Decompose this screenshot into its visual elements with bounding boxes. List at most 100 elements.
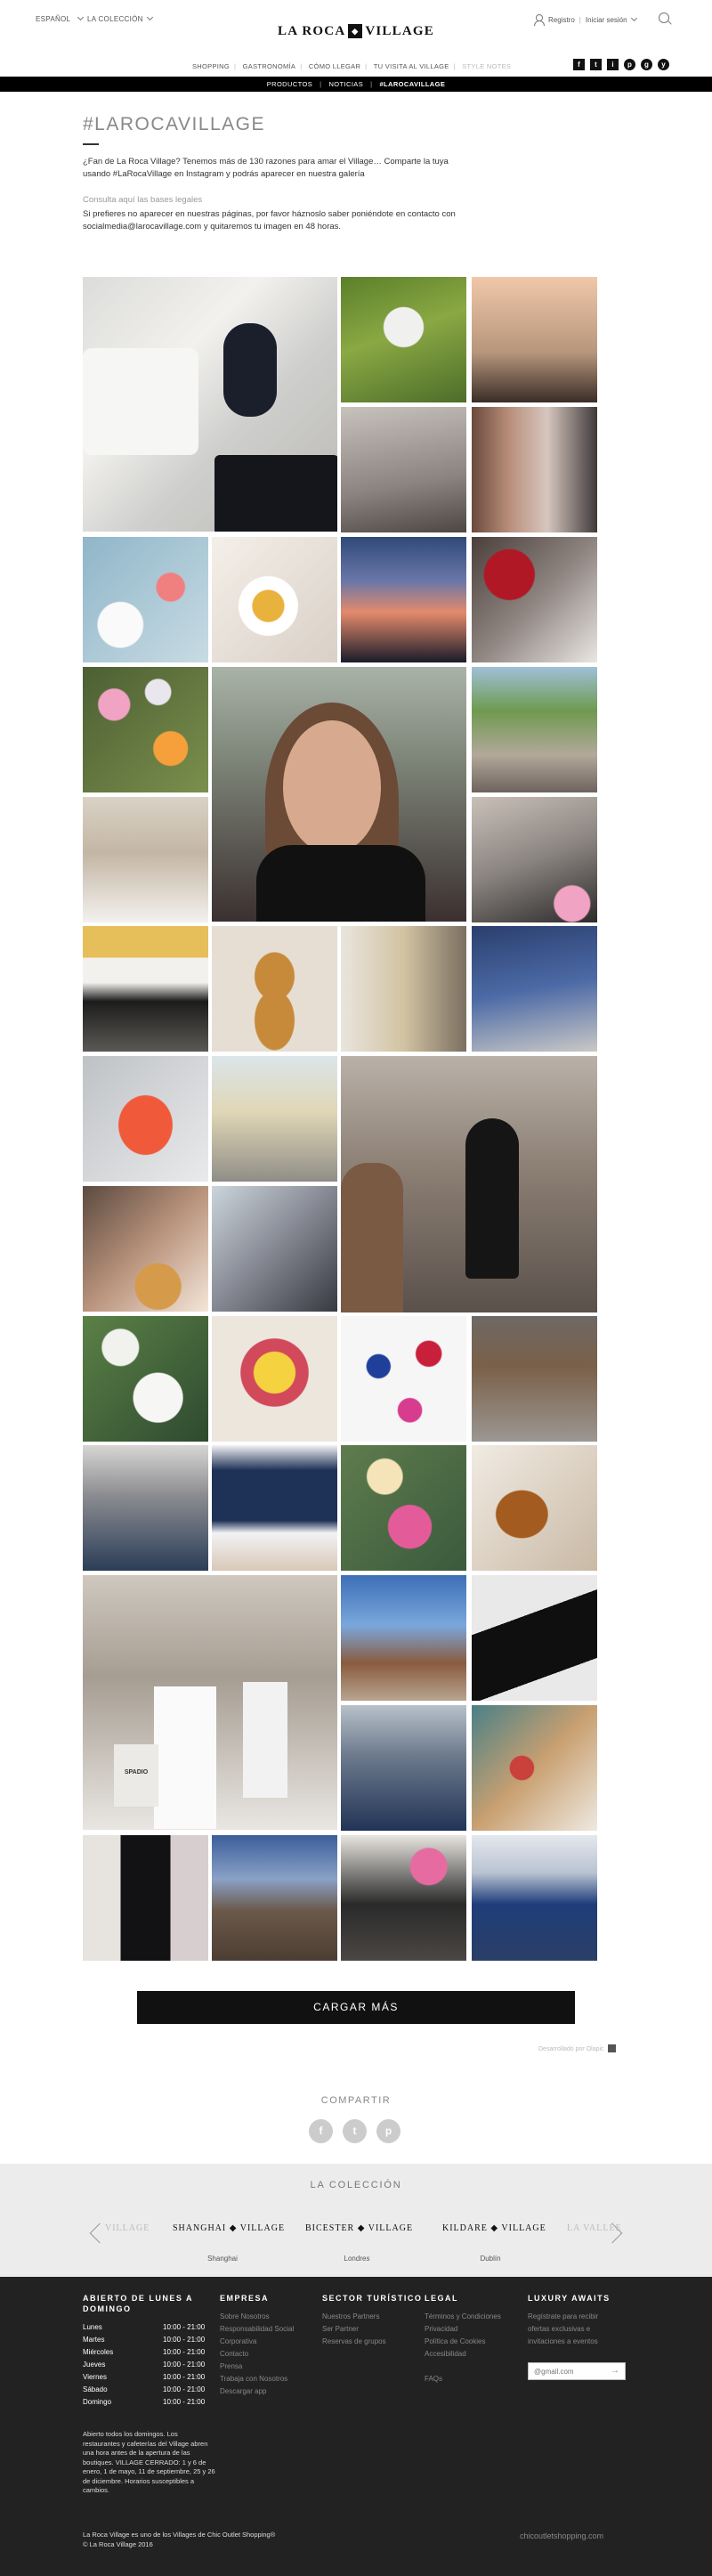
gallery-photo[interactable] <box>472 1316 597 1442</box>
gallery-photo[interactable] <box>212 537 337 662</box>
legal-bases-link[interactable]: Consulta aquí las bases legales <box>83 195 202 205</box>
gallery-photo[interactable] <box>341 1056 597 1312</box>
gallery-photo[interactable] <box>83 1316 208 1442</box>
sector-title: SECTOR TURÍSTICO <box>322 2294 423 2303</box>
subnav-noticias[interactable]: NOTICIAS <box>328 80 363 88</box>
gallery-photo[interactable] <box>472 926 597 1052</box>
gallery-photo[interactable] <box>212 1445 337 1571</box>
nav-shopping[interactable]: SHOPPING <box>192 62 230 70</box>
gallery-photo[interactable] <box>472 797 597 922</box>
chevron-down-icon[interactable] <box>630 14 637 22</box>
powered-by[interactable]: Desarrollado por Olapic <box>538 2044 616 2052</box>
gallery-photo[interactable] <box>341 1705 466 1831</box>
nav-style-notes[interactable]: STYLE NOTES <box>462 62 511 70</box>
gallery-photo[interactable] <box>212 1056 337 1182</box>
logo-mark-icon: ◆ <box>348 24 363 38</box>
footer-link[interactable]: Accesibilidad <box>425 2348 501 2361</box>
gallery-photo[interactable] <box>341 1316 466 1442</box>
chic-outlet-link[interactable]: chicoutletshopping.com <box>520 2531 603 2540</box>
gallery-photo[interactable] <box>472 1445 597 1571</box>
share-facebook-icon[interactable]: f <box>309 2119 333 2143</box>
user-icon[interactable] <box>534 14 545 26</box>
newsletter-form: → <box>528 2362 626 2380</box>
hours-note: Abierto todos los domingos. Los restaura… <box>83 2430 215 2494</box>
footer-link[interactable]: Privacidad <box>425 2323 501 2336</box>
twitter-icon[interactable]: t <box>590 59 602 70</box>
gallery-photo[interactable] <box>212 1835 337 1961</box>
village-logo-shanghai[interactable]: SHANGHAI ◆ VILLAGE <box>173 2223 285 2233</box>
gallery-photo[interactable] <box>472 1575 597 1701</box>
gallery-photo[interactable] <box>472 407 597 532</box>
facebook-icon[interactable]: f <box>573 59 585 70</box>
gallery-photo[interactable] <box>472 667 597 792</box>
subnav-productos[interactable]: PRODUCTOS <box>267 80 312 88</box>
gallery-photo[interactable] <box>341 537 466 662</box>
gallery-photo[interactable] <box>83 926 208 1052</box>
gallery-photo[interactable] <box>472 277 597 402</box>
language-selector[interactable]: ESPAÑOL <box>36 13 86 23</box>
gallery-photo[interactable] <box>83 1056 208 1182</box>
footer-link[interactable]: Descargar app <box>220 2385 309 2398</box>
gallery-photo[interactable] <box>472 537 597 662</box>
gallery-photo[interactable] <box>472 1835 597 1961</box>
gallery-photo[interactable] <box>341 277 466 402</box>
gallery-photo[interactable] <box>212 1316 337 1442</box>
share-twitter-icon[interactable]: t <box>343 2119 367 2143</box>
social-links: f t i p g y <box>573 59 669 70</box>
gallery-photo[interactable] <box>212 926 337 1052</box>
arrow-right-icon[interactable]: → <box>611 2365 619 2377</box>
gallery-photo[interactable] <box>83 1445 208 1571</box>
gallery-photo[interactable] <box>83 1186 208 1312</box>
logo[interactable]: LA ROCA ◆ VILLAGE <box>267 24 445 39</box>
village-city-kildare: Dublín <box>480 2255 501 2263</box>
login-link[interactable]: Iniciar sesión <box>586 16 627 24</box>
footer-link[interactable]: Sobre Nosotros <box>220 2311 309 2323</box>
footer-link[interactable]: Reservas de grupos <box>322 2336 422 2348</box>
title-underline <box>83 143 99 145</box>
google-plus-icon[interactable]: g <box>641 59 652 70</box>
gallery-photo[interactable] <box>341 1575 466 1701</box>
gallery-photo[interactable] <box>83 277 337 532</box>
village-logo-partial-right[interactable]: LA VALLÉE <box>567 2223 622 2233</box>
footer-link[interactable]: Ser Partner <box>322 2323 422 2336</box>
footer-link[interactable]: Responsabilidad Social Corporativa <box>220 2323 309 2348</box>
village-logo-partial-left[interactable]: VILLAGE <box>105 2223 150 2233</box>
nav-tu-visita[interactable]: TU VISITA AL VILLAGE <box>374 62 449 70</box>
gallery-photo[interactable] <box>341 1835 466 1961</box>
footer-link[interactable]: Nuestros Partners <box>322 2311 422 2323</box>
gallery-photo[interactable] <box>212 667 466 922</box>
nav-gastronomia[interactable]: GASTRONOMÍA <box>243 62 296 70</box>
footer-link[interactable]: Prensa <box>220 2361 309 2373</box>
gallery-photo[interactable] <box>83 667 208 792</box>
gallery-photo[interactable] <box>341 407 466 532</box>
village-logo-kildare[interactable]: KILDARE ◆ VILLAGE <box>442 2223 546 2233</box>
footer-link[interactable]: Contacto <box>220 2348 309 2361</box>
search-icon[interactable] <box>659 12 669 23</box>
gallery-photo[interactable] <box>83 537 208 662</box>
opening-hours: ABIERTO DE LUNES A DOMINGO Lunes 10:00 - … <box>83 2293 216 2496</box>
intro-text: ¿Fan de La Roca Village? Tenemos más de … <box>83 157 449 179</box>
youtube-icon[interactable]: y <box>658 59 669 70</box>
footer-link[interactable]: Política de Cookies <box>425 2336 501 2348</box>
share-pinterest-icon[interactable]: p <box>376 2119 400 2143</box>
footer-link[interactable]: Términos y Condiciones <box>425 2311 501 2323</box>
gallery-photo[interactable] <box>212 1186 337 1312</box>
collection-dropdown[interactable]: LA COLECCIÓN <box>87 13 153 23</box>
header: ESPAÑOL LA COLECCIÓN LA ROCA ◆ VILLAGE Reg… <box>0 0 712 77</box>
pinterest-icon[interactable]: p <box>624 59 635 70</box>
email-field[interactable] <box>529 2363 602 2379</box>
register-link[interactable]: Registro <box>548 16 575 24</box>
village-logo-bicester[interactable]: BICESTER ◆ VILLAGE <box>305 2223 413 2233</box>
gallery-photo[interactable] <box>83 1835 208 1961</box>
gallery-photo[interactable] <box>341 926 466 1052</box>
footer-link[interactable]: Trabaja con Nosotros <box>220 2373 309 2385</box>
instagram-icon[interactable]: i <box>607 59 619 70</box>
gallery-photo[interactable] <box>341 1445 466 1571</box>
gallery-photo[interactable] <box>472 1705 597 1831</box>
gallery-photo[interactable] <box>83 797 208 922</box>
footer-link[interactable]: FAQs <box>425 2373 501 2385</box>
gallery-photo[interactable]: SPADIO <box>83 1575 337 1830</box>
nav-como-llegar[interactable]: CÓMO LLEGAR <box>309 62 360 70</box>
load-more-button[interactable]: CARGAR MÁS <box>137 1991 575 2024</box>
subnav-larocavillage[interactable]: #LAROCAVILLAGE <box>379 80 445 88</box>
